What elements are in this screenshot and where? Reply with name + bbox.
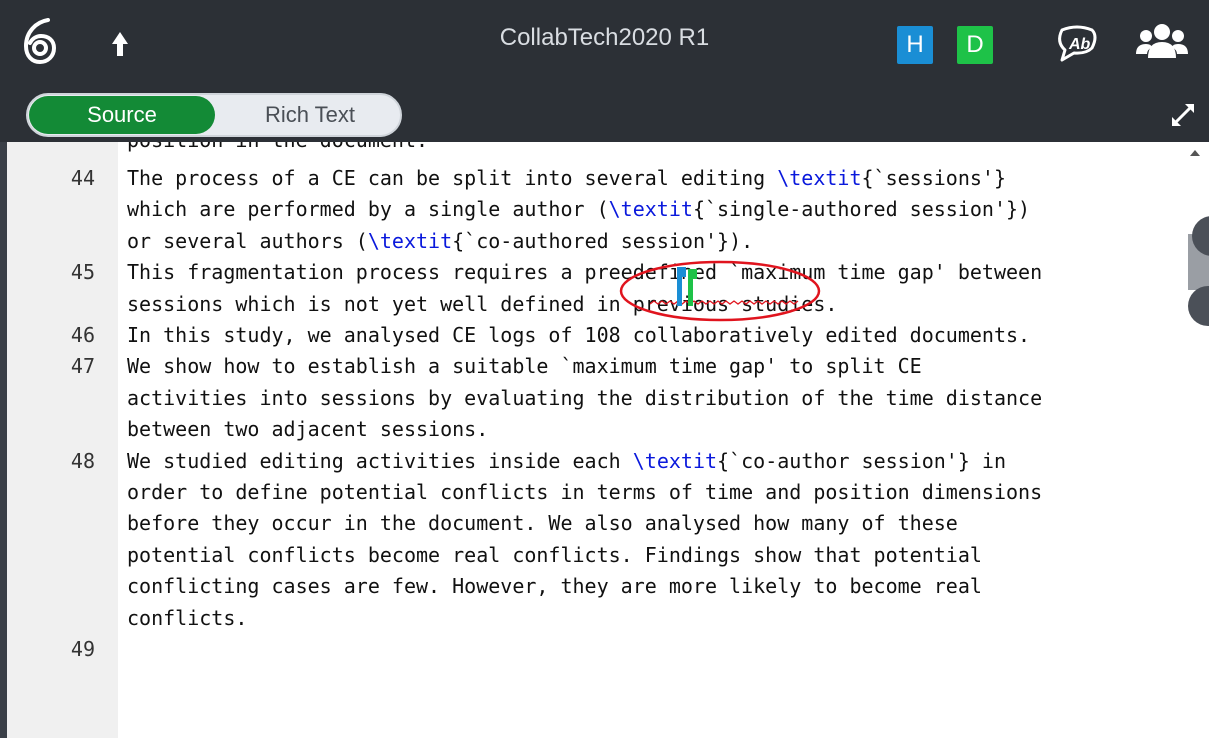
code-line-row: This fragmentation process requires a pr… xyxy=(127,257,1042,288)
code-text: We show how to establish a suitable `max… xyxy=(127,354,922,379)
top-bar xyxy=(0,0,1209,86)
code-text: {`co-authored session'}). xyxy=(452,228,754,253)
review-chat-icon[interactable]: Ab xyxy=(1052,22,1102,64)
latex-command: \textit xyxy=(777,166,862,190)
code-text: which are performed by a single author ( xyxy=(127,197,609,222)
code-line-row: between two adjacent sessions. xyxy=(127,414,488,445)
line-number: 44 xyxy=(70,166,95,190)
code-line-row: conflicts. xyxy=(127,603,247,634)
source-mode-button[interactable]: Source xyxy=(29,96,215,134)
code-text: conflicting cases are few. However, they… xyxy=(127,574,982,599)
clipped-line: position in the document. xyxy=(127,142,428,156)
line-number: 47 xyxy=(70,354,95,379)
code-text: The process of a CE can be split into se… xyxy=(127,166,778,190)
code-line-row: order to define potential conflicts in t… xyxy=(127,477,1042,508)
code-line-row: potential conflicts become real conflict… xyxy=(127,540,982,571)
user-avatar-d[interactable]: D xyxy=(957,26,993,64)
code-text: {`sessions'} xyxy=(861,166,1007,190)
rich-text-mode-button[interactable]: Rich Text xyxy=(220,96,400,134)
code-line-row: conflicting cases are few. However, they… xyxy=(127,571,982,602)
code-line-row: or several authors (\textit{`co-authored… xyxy=(127,226,753,257)
expand-icon[interactable] xyxy=(1168,100,1198,130)
code-text: before they occur in the document. We al… xyxy=(127,511,958,536)
annotation-circle xyxy=(619,260,821,322)
line-number: 49 xyxy=(70,637,95,661)
code-text: In this study, we analysed CE logs of 10… xyxy=(127,323,1031,347)
line-number: 46 xyxy=(70,323,95,347)
code-text: We studied editing activities inside eac… xyxy=(127,448,633,473)
code-text: This fragmentation process requires a pr… xyxy=(127,260,1043,285)
line-number: 45 xyxy=(70,260,95,285)
code-line-row: We studied editing activities inside eac… xyxy=(127,446,1006,477)
code-text: order to define potential conflicts in t… xyxy=(127,480,1043,504)
code-line-row: which are performed by a single author (… xyxy=(127,194,1030,225)
code-text: between two adjacent sessions. xyxy=(127,417,489,442)
code-text: activities into sessions by evaluating t… xyxy=(127,385,1043,410)
code-text: {`co-author session'} in xyxy=(717,448,1007,473)
code-text: {`single-authored session'}) xyxy=(692,197,1031,222)
users-icon[interactable] xyxy=(1136,20,1188,64)
overleaf-logo-icon[interactable] xyxy=(22,16,58,66)
code-text: potential conflicts become real conflict… xyxy=(127,542,982,567)
scroll-up-icon[interactable] xyxy=(1190,150,1200,156)
svg-text:Ab: Ab xyxy=(1068,36,1091,53)
user-avatar-h[interactable]: H xyxy=(897,26,933,64)
line-number: 48 xyxy=(70,448,95,473)
up-arrow-icon[interactable] xyxy=(100,22,140,66)
editor-left-border xyxy=(0,142,7,738)
code-line-row: before they occur in the document. We al… xyxy=(127,508,958,539)
code-line-row: We show how to establish a suitable `max… xyxy=(127,351,922,382)
latex-command: \textit xyxy=(632,448,718,473)
code-editor[interactable]: position in the document. 44 The process … xyxy=(0,142,1209,738)
latex-command: \textit xyxy=(367,228,453,253)
code-line-row: In this study, we analysed CE logs of 10… xyxy=(127,320,1030,351)
code-text: or several authors ( xyxy=(127,228,368,253)
code-line-row: The process of a CE can be split into se… xyxy=(127,163,1006,194)
code-line-row: activities into sessions by evaluating t… xyxy=(127,383,1042,414)
latex-command: \textit xyxy=(608,197,693,222)
code-text: conflicts. xyxy=(127,605,248,630)
